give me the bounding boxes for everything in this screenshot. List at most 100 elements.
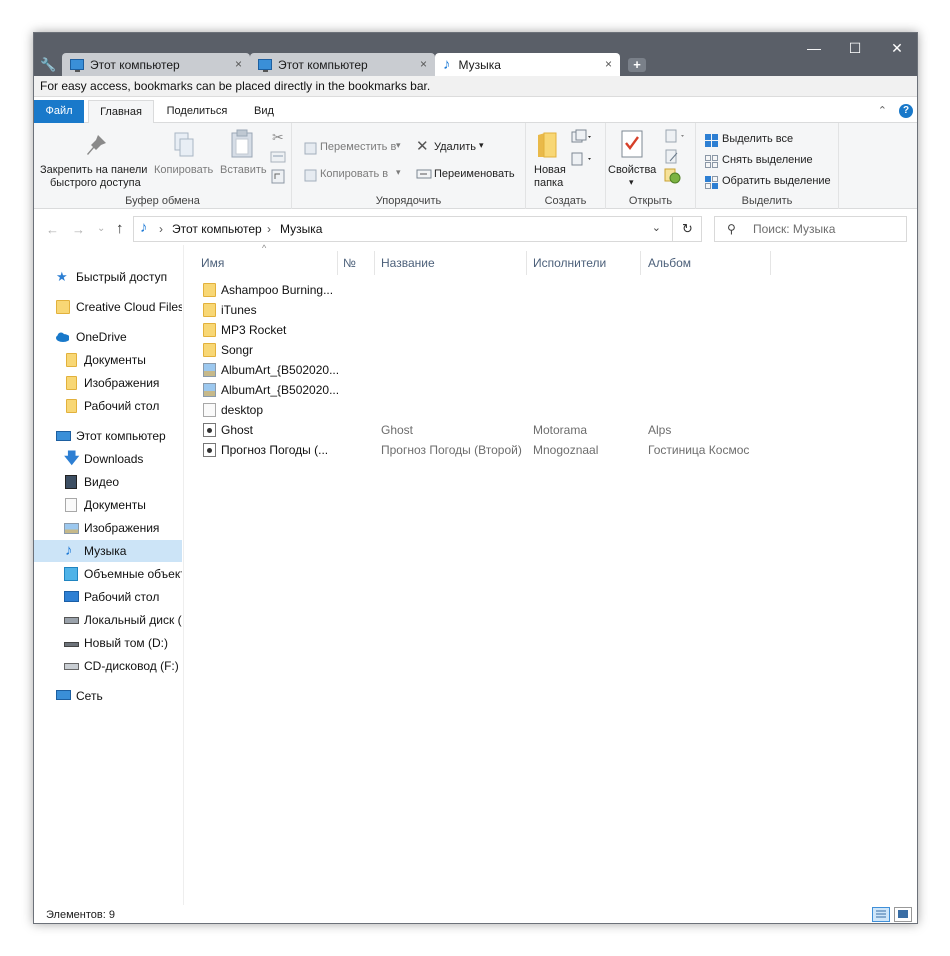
- forward-button[interactable]: →: [72, 222, 85, 237]
- move-to-icon[interactable]: [304, 141, 318, 155]
- recent-locations-button[interactable]: ⌄: [97, 223, 105, 234]
- sidebar-item-onedrive-desktop[interactable]: Рабочий стол: [34, 395, 182, 417]
- properties-button[interactable]: Свойства: [608, 164, 656, 176]
- file-row[interactable]: Ashampoo Burning...: [199, 280, 779, 300]
- file-row[interactable]: Прогноз Погоды (... Прогноз Погоды (Втор…: [199, 440, 779, 460]
- help-icon[interactable]: ?: [899, 104, 913, 118]
- cut-icon[interactable]: ✂: [272, 129, 284, 146]
- paste-button[interactable]: Вставить: [220, 164, 267, 176]
- sidebar-item-3d-objects[interactable]: Объемные объекты: [34, 563, 182, 585]
- file-row[interactable]: desktop: [199, 400, 779, 420]
- pin-quick-access-label[interactable]: Закрепить на панели: [40, 164, 147, 176]
- delete-icon[interactable]: ✕: [416, 137, 429, 155]
- file-row[interactable]: AlbumArt_{B502020...: [199, 360, 779, 380]
- sidebar-item-documents[interactable]: Документы: [34, 494, 182, 516]
- tab-close-button[interactable]: ×: [605, 57, 612, 71]
- tab-close-button[interactable]: ×: [420, 57, 427, 71]
- address-dropdown-icon[interactable]: ⌄: [652, 221, 661, 234]
- address-bar[interactable]: ♪ › Этот компьютер › Музыка ⌄: [133, 216, 702, 242]
- sidebar-item-video[interactable]: Видео: [34, 471, 182, 493]
- column-header-number[interactable]: №: [343, 251, 356, 275]
- pin-quick-access-label-2[interactable]: быстрого доступа: [50, 177, 141, 189]
- delete-dropdown-icon[interactable]: ▾: [479, 140, 484, 151]
- search-input[interactable]: Поиск: Музыка: [753, 222, 835, 236]
- column-header-album[interactable]: Альбом: [648, 251, 691, 275]
- sidebar-item-drive-d[interactable]: Новый том (D:): [34, 632, 182, 654]
- copy-to-dropdown-icon[interactable]: ▾: [396, 167, 401, 178]
- tab-music[interactable]: ♪ Музыка ×: [435, 53, 620, 76]
- rename-icon[interactable]: [416, 168, 432, 180]
- details-view-button[interactable]: [872, 907, 890, 922]
- column-header-title[interactable]: Название: [381, 251, 435, 275]
- properties-dropdown-icon[interactable]: ▾: [629, 177, 634, 188]
- rename-button[interactable]: Переименовать: [434, 168, 515, 180]
- maximize-button[interactable]: ☐: [832, 37, 878, 59]
- sidebar-item-this-pc[interactable]: Этот компьютер: [34, 425, 182, 447]
- sidebar-item-cd-drive[interactable]: CD-дисковод (F:): [34, 655, 182, 677]
- move-to-dropdown-icon[interactable]: ▾: [396, 140, 401, 151]
- new-tab-button[interactable]: +: [628, 58, 646, 72]
- minimize-button[interactable]: —: [791, 37, 837, 59]
- copy-path-icon[interactable]: [270, 151, 286, 163]
- tab-this-pc-2[interactable]: Этот компьютер ×: [250, 53, 435, 76]
- sidebar-item-onedrive-pictures[interactable]: Изображения: [34, 372, 182, 394]
- tab-share[interactable]: Поделиться: [160, 100, 234, 123]
- delete-button[interactable]: Удалить: [434, 141, 476, 153]
- breadcrumb-music[interactable]: Музыка: [280, 222, 322, 236]
- large-icons-view-button[interactable]: [894, 907, 912, 922]
- file-row[interactable]: Ghost Ghost Motorama Alps: [199, 420, 779, 440]
- properties-icon[interactable]: [620, 129, 646, 159]
- sidebar-item-music[interactable]: ♪ Музыка: [34, 540, 182, 562]
- new-folder-button[interactable]: Новая: [534, 164, 566, 176]
- move-to-button[interactable]: Переместить в: [320, 141, 396, 153]
- paste-icon[interactable]: [230, 129, 254, 159]
- file-row[interactable]: iTunes: [199, 300, 779, 320]
- file-row[interactable]: AlbumArt_{B502020...: [199, 380, 779, 400]
- new-folder-button-2[interactable]: папка: [534, 177, 563, 189]
- up-button[interactable]: ↑: [116, 220, 124, 237]
- copy-to-button[interactable]: Копировать в: [320, 168, 388, 180]
- tab-file[interactable]: Файл: [34, 100, 84, 123]
- tab-this-pc-1[interactable]: Этот компьютер ×: [62, 53, 250, 76]
- collapse-ribbon-icon[interactable]: ⌃: [878, 104, 887, 117]
- invert-selection-icon[interactable]: [704, 175, 719, 190]
- refresh-button[interactable]: ↻: [672, 216, 702, 242]
- select-all-icon[interactable]: [704, 133, 719, 148]
- tab-home[interactable]: Главная: [88, 100, 154, 124]
- sidebar-item-network[interactable]: Сеть: [34, 685, 182, 707]
- select-none-button[interactable]: Снять выделение: [722, 154, 813, 166]
- column-divider[interactable]: [374, 251, 375, 275]
- column-divider[interactable]: [770, 251, 771, 275]
- easy-access-icon[interactable]: [570, 151, 592, 167]
- invert-selection-button[interactable]: Обратить выделение: [722, 175, 831, 187]
- column-header-artists[interactable]: Исполнители: [533, 251, 606, 275]
- back-button[interactable]: ←: [46, 222, 59, 237]
- copy-icon[interactable]: [172, 131, 196, 159]
- edit-icon[interactable]: [664, 149, 680, 165]
- search-box[interactable]: ⚲ Поиск: Музыка: [714, 216, 907, 242]
- tab-close-button[interactable]: ×: [235, 57, 242, 71]
- sidebar-item-onedrive[interactable]: OneDrive: [34, 326, 182, 348]
- sidebar-item-pictures[interactable]: Изображения: [34, 517, 182, 539]
- sidebar-item-desktop[interactable]: Рабочий стол: [34, 586, 182, 608]
- breadcrumb-separator[interactable]: ›: [159, 222, 163, 236]
- select-all-button[interactable]: Выделить все: [722, 133, 793, 145]
- column-header-name[interactable]: Имя: [201, 251, 224, 275]
- new-folder-icon[interactable]: [536, 131, 558, 159]
- pin-icon[interactable]: [84, 133, 108, 159]
- breadcrumb-this-pc[interactable]: Этот компьютер: [172, 222, 262, 236]
- copy-button[interactable]: Копировать: [154, 164, 213, 176]
- sidebar-item-onedrive-documents[interactable]: Документы: [34, 349, 182, 371]
- sidebar-item-quick-access[interactable]: ★ Быстрый доступ: [34, 266, 182, 288]
- new-item-icon[interactable]: [570, 129, 592, 145]
- file-row[interactable]: Songr: [199, 340, 779, 360]
- breadcrumb-separator[interactable]: ›: [267, 222, 271, 236]
- column-divider[interactable]: [337, 251, 338, 275]
- history-icon[interactable]: [664, 167, 682, 185]
- tab-view[interactable]: Вид: [244, 100, 284, 123]
- sidebar-item-creative-cloud[interactable]: Creative Cloud Files: [34, 296, 182, 318]
- select-none-icon[interactable]: [704, 154, 719, 169]
- column-divider[interactable]: [640, 251, 641, 275]
- copy-to-icon[interactable]: [304, 168, 318, 182]
- close-button[interactable]: ✕: [874, 37, 917, 59]
